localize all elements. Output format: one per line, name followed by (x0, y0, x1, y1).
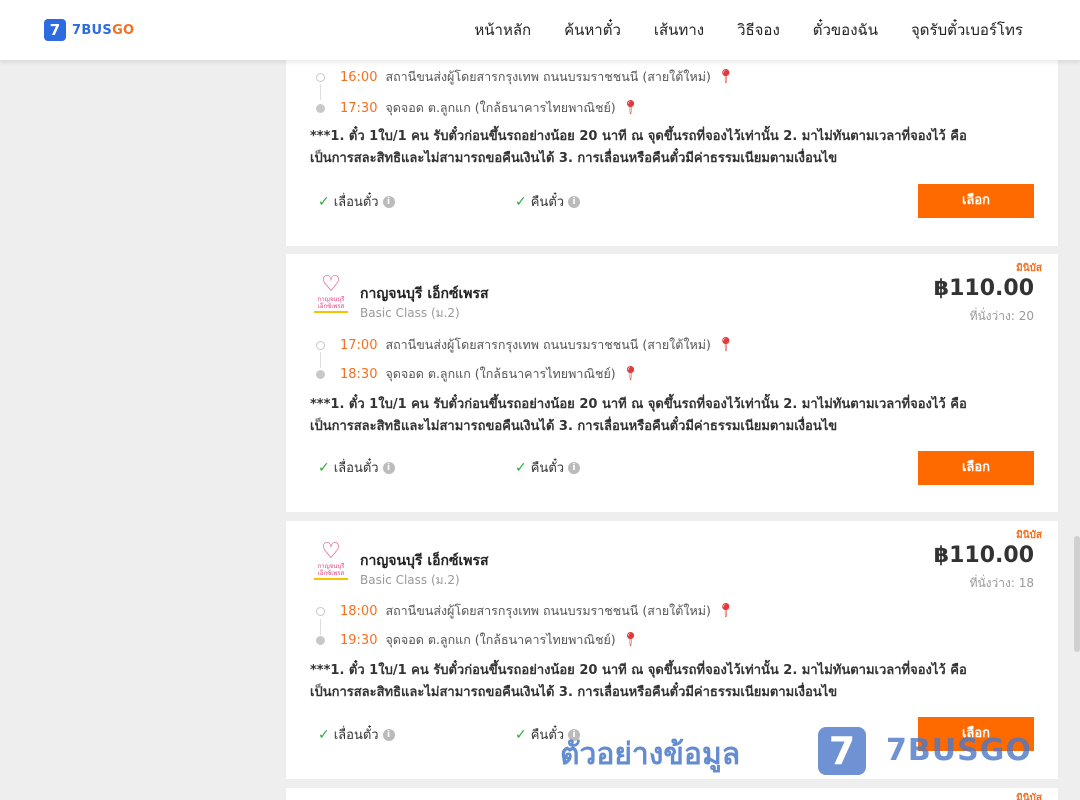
departure-place: สถานีขนส่งผู้โดยสารกรุงเทพ ถนนบรมราชชนนี… (385, 603, 711, 618)
service-class: Basic Class (ม.2) (360, 306, 460, 320)
map-pin-icon[interactable]: 📍︎ (717, 604, 735, 618)
ticket-price: ฿110.00 (933, 543, 1034, 568)
vehicle-type-badge: มินิบัส (1016, 793, 1042, 800)
feature-change-ticket: ✓ เลื่อนตั๋ว i (318, 724, 395, 745)
info-icon[interactable]: i (382, 461, 395, 474)
watermark-brand: 7BUSGO (886, 733, 1032, 768)
check-icon: ✓ (515, 459, 527, 476)
trip-conditions: ***1. ตั๋ว 1ใบ/1 คน รับตั๋วก่อนขึ้นรถอย่… (310, 397, 967, 434)
departure-stop: 18:00 สถานีขนส่งผู้โดยสารกรุงเทพ ถนนบรมร… (316, 601, 735, 621)
map-pin-icon[interactable]: 📍︎ (622, 633, 640, 647)
check-icon: ✓ (515, 726, 527, 743)
logo-text: 7BUSGO (72, 22, 135, 38)
departure-time: 16:00 (340, 69, 378, 85)
ticket-price: ฿110.00 (933, 276, 1034, 301)
map-pin-icon[interactable]: 📍︎ (717, 70, 735, 84)
operator-name: กาญจนบุรี เอ็กซ์เพรส (360, 553, 489, 569)
top-navbar: 7 7BUSGO หน้าหลัก ค้นหาตั๋ว เส้นทาง วิธี… (0, 0, 1080, 60)
seats-available: ที่นั่งว่าง: 20 (969, 309, 1034, 323)
operator-logo: ♡ กาญจนบุรี เอ็กซ์เพรส (312, 541, 350, 585)
departure-time: 18:00 (340, 603, 378, 619)
seats-available: ที่นั่งว่าง: 18 (969, 576, 1034, 590)
departure-time: 17:00 (340, 337, 378, 353)
arrival-place: จุดจอด ต.ลูกแก (ใกล้ธนาคารไทยพาณิชย์) (385, 632, 616, 647)
departure-stop: 17:00 สถานีขนส่งผู้โดยสารกรุงเทพ ถนนบรมร… (316, 335, 735, 355)
stop-dot-icon (316, 72, 325, 82)
arrival-stop: 17:30 จุดจอด ต.ลูกแก (ใกล้ธนาคารไทยพาณิช… (316, 98, 639, 118)
feature-change-ticket: ✓ เลื่อนตั๋ว i (318, 457, 395, 478)
vehicle-type-badge: มินิบัส (1016, 530, 1042, 541)
arrival-place: จุดจอด ต.ลูกแก (ใกล้ธนาคารไทยพาณิชย์) (385, 100, 616, 115)
nav-how-to-book[interactable]: วิธีจอง (737, 18, 780, 42)
stop-dot-icon (316, 369, 325, 379)
watermark-text: ตัวอย่างข้อมูล (560, 737, 741, 772)
arrival-stop: 18:30 จุดจอด ต.ลูกแก (ใกล้ธนาคารไทยพาณิช… (316, 364, 639, 384)
check-icon: ✓ (515, 193, 527, 210)
trip-card: มินิบัส (286, 788, 1058, 800)
stop-dot-icon (316, 635, 325, 645)
arrival-time: 19:30 (340, 632, 378, 648)
trip-card: 16:00 สถานีขนส่งผู้โดยสารกรุงเทพ ถนนบรมร… (286, 40, 1058, 246)
arrival-time: 17:30 (340, 100, 378, 116)
map-pin-icon[interactable]: 📍︎ (717, 338, 735, 352)
map-pin-icon[interactable]: 📍︎ (622, 367, 640, 381)
nav-my-tickets[interactable]: ตั๋วของฉัน (813, 18, 878, 42)
info-icon[interactable]: i (568, 461, 581, 474)
main-nav: หน้าหลัก ค้นหาตั๋ว เส้นทาง วิธีจอง ตั๋วข… (441, 0, 1023, 60)
watermark-logo-icon: 7 (818, 727, 866, 775)
trip-conditions: ***1. ตั๋ว 1ใบ/1 คน รับตั๋วก่อนขึ้นรถอย่… (310, 663, 967, 700)
arrival-stop: 19:30 จุดจอด ต.ลูกแก (ใกล้ธนาคารไทยพาณิช… (316, 630, 639, 650)
map-pin-icon[interactable]: 📍︎ (622, 101, 640, 115)
nav-ticket-pickup-phone[interactable]: จุดรับตั๋วเบอร์โทร (911, 18, 1023, 42)
select-button[interactable]: เลือก (918, 184, 1034, 218)
arrival-time: 18:30 (340, 366, 378, 382)
operator-name: กาญจนบุรี เอ็กซ์เพรส (360, 286, 489, 302)
site-logo[interactable]: 7 7BUSGO (44, 19, 134, 41)
nav-home[interactable]: หน้าหลัก (474, 18, 531, 42)
service-class: Basic Class (ม.2) (360, 573, 460, 587)
arrival-place: จุดจอด ต.ลูกแก (ใกล้ธนาคารไทยพาณิชย์) (385, 366, 616, 381)
scrollbar-thumb[interactable] (1074, 536, 1080, 652)
departure-place: สถานีขนส่งผู้โดยสารกรุงเทพ ถนนบรมราชชนนี… (385, 69, 711, 84)
feature-refund-ticket: ✓ คืนตั๋ว i (515, 191, 581, 212)
operator-logo: ♡ กาญจนบุรี เอ็กซ์เพรส (312, 274, 350, 318)
feature-refund-ticket: ✓ คืนตั๋ว i (515, 457, 581, 478)
stop-dot-icon (316, 340, 325, 350)
departure-place: สถานีขนส่งผู้โดยสารกรุงเทพ ถนนบรมราชชนนี… (385, 337, 711, 352)
stop-dot-icon (316, 103, 325, 113)
select-button[interactable]: เลือก (918, 451, 1034, 485)
feature-change-ticket: ✓ เลื่อนตั๋ว i (318, 191, 395, 212)
check-icon: ✓ (318, 459, 330, 476)
logo-badge-icon: 7 (44, 19, 66, 41)
trip-card: มินิบัส ♡ กาญจนบุรี เอ็กซ์เพรส กาญจนบุรี… (286, 254, 1058, 512)
vehicle-type-badge: มินิบัส (1016, 263, 1042, 274)
nav-search-ticket[interactable]: ค้นหาตั๋ว (564, 18, 621, 42)
check-icon: ✓ (318, 726, 330, 743)
heart-logo-icon: ♡ (321, 272, 341, 297)
departure-stop: 16:00 สถานีขนส่งผู้โดยสารกรุงเทพ ถนนบรมร… (316, 67, 735, 87)
heart-logo-icon: ♡ (321, 539, 341, 564)
nav-routes[interactable]: เส้นทาง (654, 18, 704, 42)
info-icon[interactable]: i (382, 728, 395, 741)
stop-dot-icon (316, 606, 325, 616)
info-icon[interactable]: i (382, 195, 395, 208)
info-icon[interactable]: i (568, 195, 581, 208)
check-icon: ✓ (318, 193, 330, 210)
trip-conditions: ***1. ตั๋ว 1ใบ/1 คน รับตั๋วก่อนขึ้นรถอย่… (310, 129, 967, 166)
